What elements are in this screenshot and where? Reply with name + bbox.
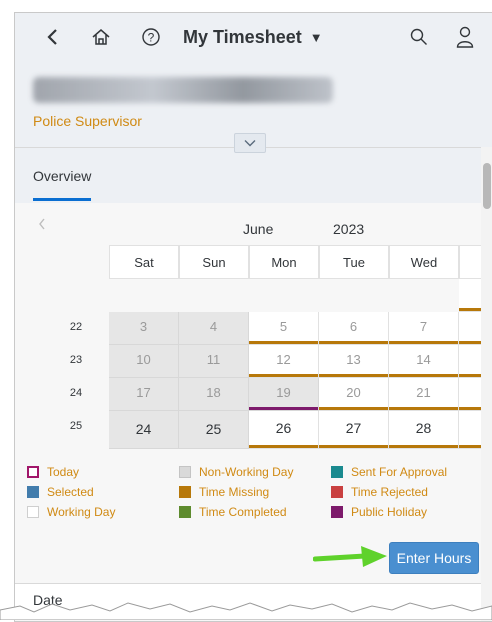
calendar-day[interactable]: 6 (319, 312, 389, 345)
calendar-day[interactable]: 7 (389, 312, 459, 345)
calendar-day-public-holiday[interactable]: 19 (249, 378, 319, 411)
public-holiday-indicator (249, 407, 318, 410)
legend-swatch (27, 486, 39, 498)
legend-item-today: Today (27, 465, 79, 479)
search-icon (410, 28, 427, 45)
time-missing-indicator (389, 374, 458, 377)
legend-swatch (27, 466, 39, 478)
caret-down-icon: ▼ (309, 29, 323, 45)
calendar-day[interactable]: 25 (179, 411, 249, 449)
vertical-scrollbar[interactable] (481, 147, 492, 621)
calendar-day[interactable]: 13 (319, 345, 389, 378)
legend-item-public-holiday: Public Holiday (331, 505, 427, 519)
calendar-day[interactable]: 12 (249, 345, 319, 378)
search-button[interactable] (399, 13, 439, 61)
week-number: 23 (69, 354, 83, 366)
help-button[interactable]: ? (131, 13, 171, 61)
legend-item-time-rejected: Time Rejected (331, 485, 428, 499)
legend-swatch (27, 506, 39, 518)
tab-overview[interactable]: Overview (33, 168, 91, 184)
legend-swatch (179, 506, 191, 518)
calendar-day[interactable]: 21 (389, 378, 459, 411)
app-title-menu[interactable]: My Timesheet ▼ (183, 13, 323, 61)
legend-swatch (331, 506, 343, 518)
time-missing-indicator (389, 445, 458, 448)
calendar-day[interactable]: 28 (389, 411, 459, 449)
time-missing-indicator (319, 445, 388, 448)
calendar-day[interactable]: 4 (179, 312, 249, 345)
employee-role: Police Supervisor (33, 113, 142, 129)
prev-month-button[interactable] (37, 217, 47, 236)
calendar-day[interactable]: 11 (179, 345, 249, 378)
weekday-header: Mon (249, 245, 319, 279)
calendar-panel: June 2023 Sat Sun Mon Tue Wed Th 1 22 3 … (15, 203, 492, 621)
question-circle-icon: ? (142, 28, 160, 46)
legend-item-sent-for-approval: Sent For Approval (331, 465, 447, 479)
time-missing-indicator (319, 341, 388, 344)
torn-edge-decoration (0, 602, 492, 620)
time-missing-indicator (389, 341, 458, 344)
legend-item-time-completed: Time Completed (179, 505, 287, 519)
scrollbar-thumb[interactable] (483, 163, 491, 209)
time-missing-indicator (319, 407, 388, 410)
chevron-left-icon (39, 218, 45, 230)
calendar-day[interactable]: 18 (179, 378, 249, 411)
app-window: ? My Timesheet ▼ Police Supervisor Overv… (14, 12, 492, 622)
tab-selection-indicator (33, 198, 91, 201)
weekday-header: Sun (179, 245, 249, 279)
week-number: 24 (69, 387, 83, 399)
user-button[interactable] (445, 13, 485, 61)
week-number: 25 (69, 420, 83, 432)
week-number: 22 (69, 321, 83, 333)
weekday-header: Wed (389, 245, 459, 279)
collapse-header-button[interactable] (234, 133, 266, 153)
home-icon (92, 29, 110, 45)
time-missing-indicator (249, 445, 318, 448)
calendar-day[interactable]: 10 (109, 345, 179, 378)
back-button[interactable] (35, 13, 71, 61)
legend-swatch (179, 466, 191, 478)
svg-text:?: ? (148, 31, 155, 45)
chevron-left-icon (47, 29, 57, 45)
legend-swatch (179, 486, 191, 498)
calendar-day[interactable]: 17 (109, 378, 179, 411)
month-selector[interactable]: June (243, 221, 273, 237)
legend-swatch (331, 466, 343, 478)
chevron-down-icon (244, 140, 256, 147)
user-icon (456, 26, 474, 48)
calendar-day[interactable]: 14 (389, 345, 459, 378)
legend-item-working-day: Working Day (27, 505, 115, 519)
page-title: My Timesheet (183, 26, 302, 47)
legend-item-time-missing: Time Missing (179, 485, 269, 499)
weekday-header: Sat (109, 245, 179, 279)
time-missing-indicator (249, 341, 318, 344)
calendar-day[interactable]: 27 (319, 411, 389, 449)
employee-name-redacted (33, 77, 333, 103)
time-missing-indicator (319, 374, 388, 377)
weekday-header: Tue (319, 245, 389, 279)
calendar-day[interactable]: 3 (109, 312, 179, 345)
calendar-day[interactable]: 20 (319, 378, 389, 411)
calendar-day[interactable]: 5 (249, 312, 319, 345)
legend-item-non-working-day: Non-Working Day (179, 465, 293, 479)
calendar-day[interactable]: 26 (249, 411, 319, 449)
year-selector[interactable]: 2023 (333, 221, 364, 237)
time-missing-indicator (249, 374, 318, 377)
legend-swatch (331, 486, 343, 498)
calendar-day[interactable]: 24 (109, 411, 179, 449)
time-missing-indicator (389, 407, 458, 410)
legend-item-selected: Selected (27, 485, 94, 499)
home-button[interactable] (81, 13, 121, 61)
enter-hours-button[interactable]: Enter Hours (389, 542, 479, 574)
shell-header: ? My Timesheet ▼ (15, 13, 492, 61)
tab-bar: Overview (15, 147, 492, 204)
annotation-arrow-icon (313, 546, 387, 567)
